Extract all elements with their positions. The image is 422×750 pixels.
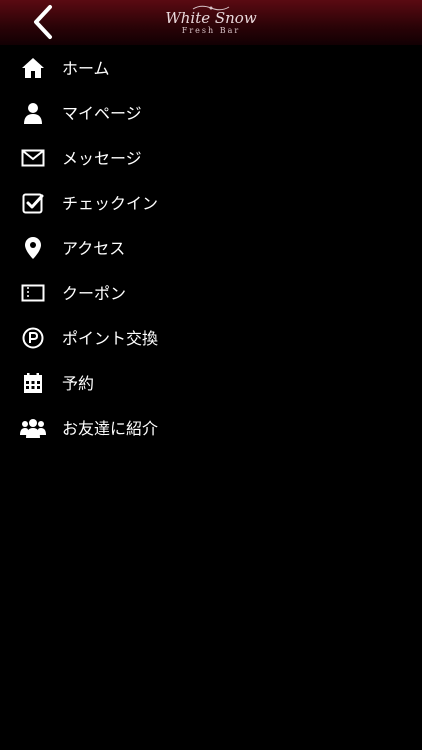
menu-item-message[interactable]: メッセージ	[0, 136, 422, 181]
menu-item-label: クーポン	[62, 284, 127, 303]
menu-item-label: アクセス	[62, 239, 126, 258]
menu-item-label: メッセージ	[62, 149, 142, 168]
ticket-icon	[20, 281, 46, 305]
side-menu: ホーム マイページ メッセージ チェックイン アクセス クーポン ポイント交換 …	[0, 46, 422, 451]
chevron-left-icon	[34, 5, 52, 39]
menu-item-label: ホーム	[62, 59, 110, 78]
group-icon	[20, 416, 46, 440]
point-icon	[20, 326, 46, 350]
envelope-icon	[20, 146, 46, 170]
logo-subtitle: Fresh Bar	[181, 26, 241, 35]
app-header: White Snow Fresh Bar	[0, 0, 422, 45]
brand-logo: White Snow Fresh Bar	[165, 4, 257, 42]
menu-item-mypage[interactable]: マイページ	[0, 91, 422, 136]
menu-item-label: チェックイン	[62, 194, 159, 213]
checkbox-icon	[20, 191, 46, 215]
menu-item-checkin[interactable]: チェックイン	[0, 181, 422, 226]
menu-item-coupon[interactable]: クーポン	[0, 271, 422, 316]
calendar-icon	[20, 371, 46, 395]
home-icon	[20, 56, 46, 80]
menu-item-reservation[interactable]: 予約	[0, 361, 422, 406]
back-button[interactable]	[28, 4, 58, 40]
logo-name: White Snow	[165, 9, 257, 27]
user-icon	[20, 101, 46, 125]
map-pin-icon	[20, 236, 46, 260]
menu-item-label: お友達に紹介	[62, 419, 159, 438]
menu-item-refer-friend[interactable]: お友達に紹介	[0, 406, 422, 451]
menu-item-label: 予約	[62, 374, 95, 393]
menu-item-label: マイページ	[62, 104, 142, 123]
menu-item-label: ポイント交換	[62, 329, 159, 348]
menu-item-access[interactable]: アクセス	[0, 226, 422, 271]
menu-item-home[interactable]: ホーム	[0, 46, 422, 91]
menu-item-points[interactable]: ポイント交換	[0, 316, 422, 361]
